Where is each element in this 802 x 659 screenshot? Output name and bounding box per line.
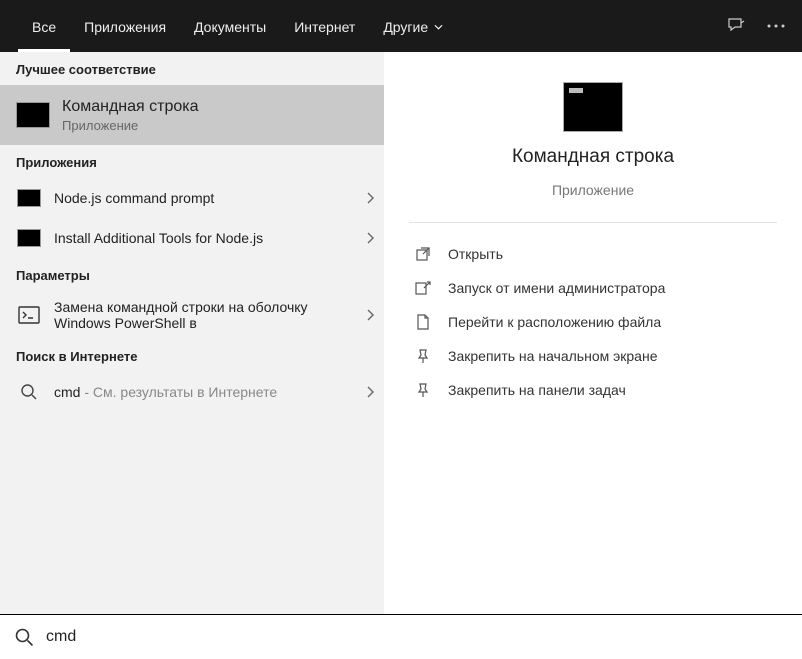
cmd-icon (16, 228, 42, 248)
tab-more-label: Другие (383, 19, 428, 35)
chevron-right-icon (366, 386, 374, 398)
more-options-icon[interactable] (756, 6, 796, 46)
settings-item-powershell[interactable]: Замена командной строки на оболочку Wind… (0, 291, 384, 339)
pin-taskbar-icon (414, 381, 432, 399)
best-match-title: Командная строка (62, 98, 374, 116)
section-apps: Приложения (0, 145, 384, 178)
app-item-label: Install Additional Tools for Node.js (54, 230, 354, 246)
chevron-right-icon (366, 232, 374, 244)
action-pin-task-label: Закрепить на панели задач (448, 382, 626, 398)
folder-icon (414, 313, 432, 331)
action-run-admin[interactable]: Запуск от имени администратора (408, 271, 778, 305)
tab-documents[interactable]: Документы (180, 0, 280, 52)
chevron-right-icon (366, 309, 374, 321)
best-match-text: Командная строка Приложение (62, 98, 374, 133)
action-admin-label: Запуск от имени администратора (448, 280, 665, 296)
preview-header: Командная строка Приложение (384, 82, 802, 198)
separator (409, 222, 777, 223)
tab-internet[interactable]: Интернет (280, 0, 369, 52)
search-icon (14, 627, 34, 647)
app-item-node-tools[interactable]: Install Additional Tools for Node.js (0, 218, 384, 258)
best-match-sub: Приложение (62, 118, 374, 133)
search-bar (0, 615, 802, 659)
preview-title: Командная строка (512, 146, 674, 168)
section-web: Поиск в Интернете (0, 339, 384, 372)
action-pin-taskbar[interactable]: Закрепить на панели задач (408, 373, 778, 407)
tab-all[interactable]: Все (18, 0, 70, 52)
app-item-node-prompt[interactable]: Node.js command prompt (0, 178, 384, 218)
best-match-item[interactable]: Командная строка Приложение (0, 85, 384, 145)
preview-actions: Открыть Запуск от имени администратора П… (384, 237, 802, 407)
action-location-label: Перейти к расположению файла (448, 314, 661, 330)
chevron-right-icon (366, 192, 374, 204)
pin-start-icon (414, 347, 432, 365)
preview-sub: Приложение (552, 182, 634, 198)
cmd-icon (16, 188, 42, 208)
search-icon (16, 382, 42, 402)
terminal-icon (16, 305, 42, 325)
chevron-down-icon (434, 24, 443, 30)
search-window: Все Приложения Документы Интернет Другие… (0, 0, 802, 659)
section-settings: Параметры (0, 258, 384, 291)
web-item-cmd[interactable]: cmd - См. результаты в Интернете (0, 372, 384, 412)
action-open-label: Открыть (448, 246, 503, 262)
cmd-icon (16, 102, 50, 128)
cmd-preview-icon (563, 82, 623, 132)
web-item-hint: - См. результаты в Интернете (80, 384, 277, 400)
section-best-match: Лучшее соответствие (0, 52, 384, 85)
action-pin-start-label: Закрепить на начальном экране (448, 348, 658, 364)
web-item-query: cmd (54, 384, 80, 400)
preview-pane: Командная строка Приложение Открыть Запу… (384, 52, 802, 614)
open-icon (414, 245, 432, 263)
action-pin-start[interactable]: Закрепить на начальном экране (408, 339, 778, 373)
search-tabs: Все Приложения Документы Интернет Другие (0, 0, 802, 52)
feedback-icon[interactable] (716, 6, 756, 46)
web-item-label: cmd - См. результаты в Интернете (54, 384, 354, 400)
tab-apps[interactable]: Приложения (70, 0, 180, 52)
app-item-label: Node.js command prompt (54, 190, 354, 206)
results-list: Лучшее соответствие Командная строка При… (0, 52, 384, 614)
tab-more[interactable]: Другие (369, 0, 457, 52)
search-input[interactable] (46, 628, 788, 646)
admin-icon (414, 279, 432, 297)
action-open[interactable]: Открыть (408, 237, 778, 271)
settings-item-label: Замена командной строки на оболочку Wind… (54, 299, 354, 331)
action-open-location[interactable]: Перейти к расположению файла (408, 305, 778, 339)
search-body: Лучшее соответствие Командная строка При… (0, 52, 802, 615)
